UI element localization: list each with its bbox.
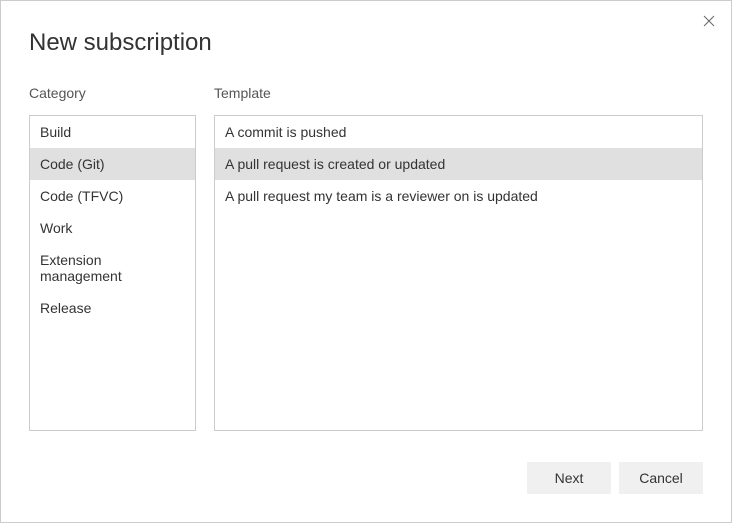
category-item[interactable]: Extension management (30, 244, 195, 292)
cancel-button[interactable]: Cancel (619, 462, 703, 494)
dialog-content: Category BuildCode (Git)Code (TFVC)WorkE… (1, 57, 731, 444)
dialog-footer: Next Cancel (1, 444, 731, 522)
template-label: Template (214, 85, 703, 101)
close-button[interactable] (701, 13, 717, 29)
template-item[interactable]: A commit is pushed (215, 116, 702, 148)
category-item[interactable]: Work (30, 212, 195, 244)
template-item[interactable]: A pull request my team is a reviewer on … (215, 180, 702, 212)
close-icon (703, 15, 715, 27)
template-listbox[interactable]: A commit is pushedA pull request is crea… (214, 115, 703, 431)
category-item[interactable]: Code (Git) (30, 148, 195, 180)
new-subscription-dialog: New subscription Category BuildCode (Git… (1, 1, 731, 522)
next-button[interactable]: Next (527, 462, 611, 494)
category-label: Category (29, 85, 196, 101)
category-item[interactable]: Release (30, 292, 195, 324)
dialog-title: New subscription (1, 1, 731, 57)
category-item[interactable]: Code (TFVC) (30, 180, 195, 212)
category-item[interactable]: Build (30, 116, 195, 148)
category-column: Category BuildCode (Git)Code (TFVC)WorkE… (29, 85, 196, 444)
category-listbox[interactable]: BuildCode (Git)Code (TFVC)WorkExtension … (29, 115, 196, 431)
template-column: Template A commit is pushedA pull reques… (214, 85, 703, 444)
template-item[interactable]: A pull request is created or updated (215, 148, 702, 180)
